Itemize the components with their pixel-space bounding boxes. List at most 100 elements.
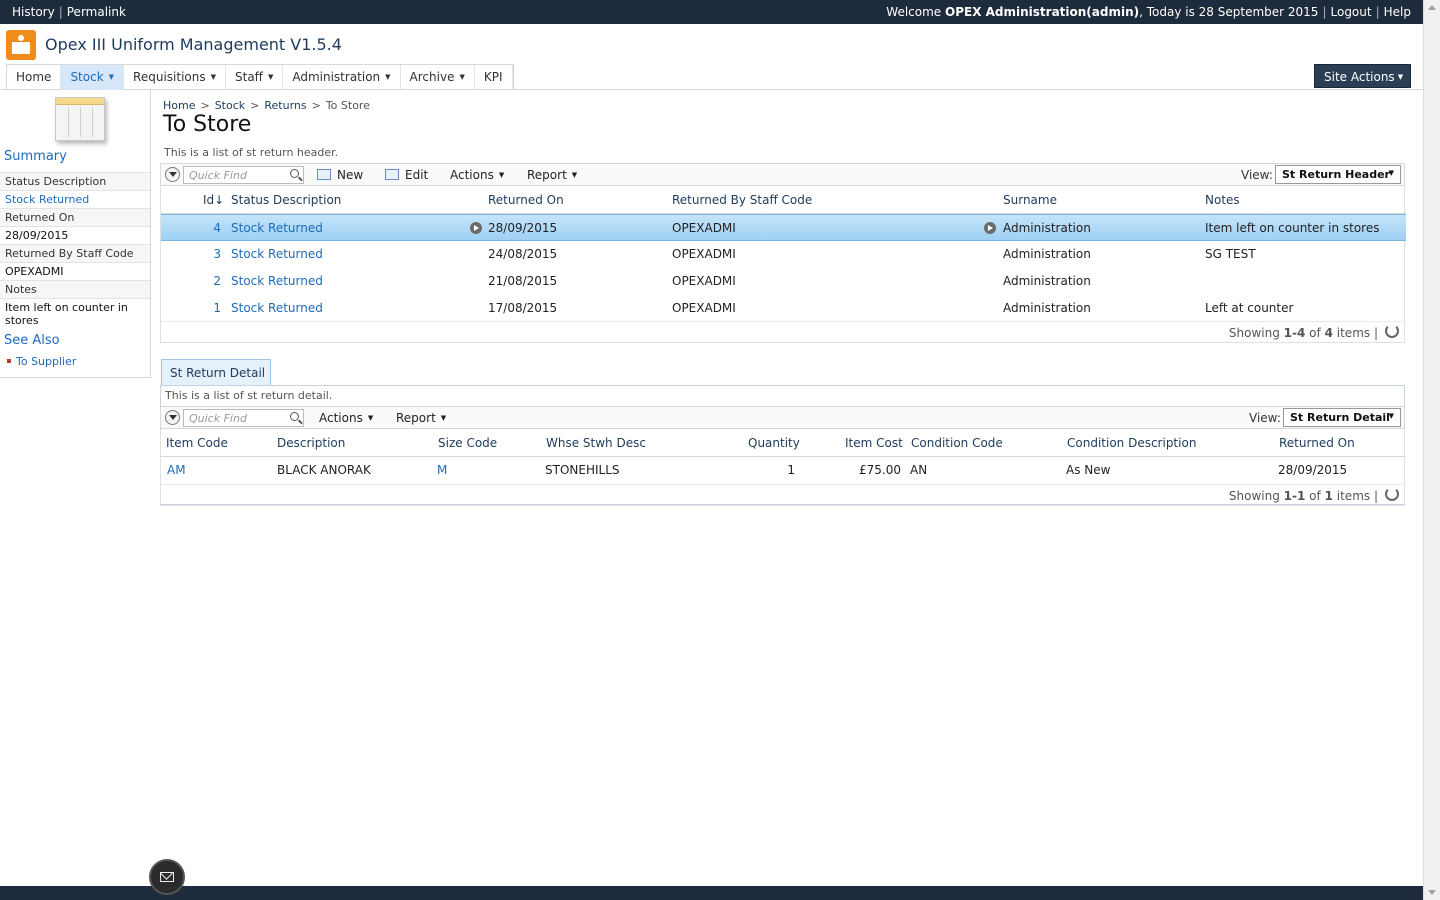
chevron-down-icon: ▼ <box>571 171 578 179</box>
table-row[interactable]: 4 Stock Returned 28/09/2015 OPEXADMI Adminis… <box>161 214 1406 241</box>
row-size-code[interactable]: M <box>437 463 447 477</box>
site-actions-button[interactable]: Site Actions ▼ <box>1314 64 1411 88</box>
detail-list-grid: Item Code Description Size Code Whse Stw… <box>160 430 1406 484</box>
scroll-down-icon[interactable] <box>1428 890 1436 895</box>
quick-find-input[interactable]: Quick Find <box>183 166 304 184</box>
nav-item-kpi[interactable]: KPI <box>475 65 513 90</box>
table-row[interactable]: 2 Stock Returned 21/08/2015 OPEXADMI Adminis… <box>161 268 1406 295</box>
search-icon[interactable] <box>290 169 299 178</box>
column-header-whse[interactable]: Whse Stwh Desc <box>546 436 646 450</box>
view-select[interactable]: St Return Detail ▼ <box>1283 408 1401 427</box>
history-link[interactable]: History <box>12 5 55 19</box>
search-icon[interactable] <box>290 412 299 421</box>
nav-label: KPI <box>483 70 503 84</box>
breadcrumb-stock[interactable]: Stock <box>215 99 245 112</box>
user-name: OPEX Administration(admin) <box>945 5 1140 19</box>
column-header-notes[interactable]: Notes <box>1205 193 1240 207</box>
mail-button[interactable] <box>149 859 185 895</box>
edit-button[interactable]: Edit <box>385 168 428 182</box>
chevron-down-icon: ▼ <box>1397 73 1404 81</box>
table-row[interactable]: 3 Stock Returned 24/08/2015 OPEXADMI Adminis… <box>161 241 1406 268</box>
row-id[interactable]: 3 <box>201 247 221 261</box>
see-also-item[interactable]: To Supplier <box>7 355 76 368</box>
column-header-returned-on[interactable]: Returned On <box>1279 436 1355 450</box>
chevron-down-icon: ▼ <box>498 171 505 179</box>
report-menu-button[interactable]: Report ▼ <box>396 411 446 425</box>
row-staff-code: OPEXADMI <box>672 301 736 315</box>
nav-item-archive[interactable]: Archive ▼ <box>401 65 475 90</box>
chevron-down-icon: ▼ <box>385 73 391 81</box>
table-row[interactable]: AM BLACK ANORAK M STONEHILLS 1 £75.00 AN As New… <box>161 457 1406 484</box>
app-logo-icon[interactable] <box>6 30 36 60</box>
view-label: View: <box>1249 411 1281 425</box>
paging-info: Showing 1-1 of 1 items | <box>1228 489 1378 503</box>
nav-item-requisitions[interactable]: Requisitions ▼ <box>124 65 226 90</box>
column-header-surname[interactable]: Surname <box>1003 193 1057 207</box>
new-button[interactable]: New <box>317 168 363 182</box>
table-row[interactable]: 1 Stock Returned 17/08/2015 OPEXADMI Adminis… <box>161 295 1406 322</box>
chevron-down-icon: ▼ <box>267 73 274 81</box>
row-status[interactable]: Stock Returned <box>231 301 323 315</box>
app-title[interactable]: Opex III Uniform Management V1.5.4 <box>45 35 342 54</box>
nav-item-stock[interactable]: Stock ▼ <box>61 65 125 90</box>
row-id[interactable]: 2 <box>201 274 221 288</box>
field-value: OPEXADMI <box>0 262 150 280</box>
breadcrumb-home[interactable]: Home <box>163 99 195 112</box>
scroll-up-icon[interactable] <box>1428 5 1436 10</box>
row-description: BLACK ANORAK <box>277 463 371 477</box>
row-menu-arrow-icon[interactable] <box>984 222 996 234</box>
field-value: Item left on counter in stores <box>0 298 150 330</box>
actions-menu-button[interactable]: Actions ▼ <box>319 411 373 425</box>
breadcrumb-returns[interactable]: Returns <box>264 99 306 112</box>
logout-link[interactable]: Logout <box>1331 5 1372 19</box>
column-header-item-cost[interactable]: Item Cost <box>845 436 903 450</box>
field-label: Notes <box>0 280 150 298</box>
column-header-id[interactable]: Id↓ <box>203 193 224 207</box>
today-text: , Today is 28 September 2015 <box>1139 5 1319 19</box>
row-menu-arrow-icon[interactable] <box>470 222 482 234</box>
row-item-code[interactable]: AM <box>167 463 186 477</box>
column-header-staff-code[interactable]: Returned By Staff Code <box>672 193 812 207</box>
column-header-description[interactable]: Description <box>277 436 345 450</box>
header-list-description: This is a list of st return header. <box>164 146 339 159</box>
chevron-down-icon: ▼ <box>1388 412 1394 420</box>
field-value: 28/09/2015 <box>0 226 150 244</box>
row-status[interactable]: Stock Returned <box>231 247 323 261</box>
column-header-size-code[interactable]: Size Code <box>438 436 497 450</box>
refresh-icon[interactable] <box>1385 487 1399 501</box>
column-header-item-code[interactable]: Item Code <box>166 436 228 450</box>
permalink-link[interactable]: Permalink <box>67 5 126 19</box>
nav-item-staff[interactable]: Staff ▼ <box>226 65 284 90</box>
row-id[interactable]: 1 <box>201 301 221 315</box>
nav-item-administration[interactable]: Administration ▼ <box>283 65 401 90</box>
to-supplier-link[interactable]: To Supplier <box>16 355 76 368</box>
column-header-condition-code[interactable]: Condition Code <box>911 436 1003 450</box>
header-list-toolbar: Quick Find New Edit Actions ▼ Report ▼ Vie… <box>160 163 1405 186</box>
field-value[interactable]: Stock Returned <box>0 190 150 208</box>
refresh-icon[interactable] <box>1385 324 1399 338</box>
nav-label: Archive <box>409 70 455 84</box>
tab-st-return-detail[interactable]: St Return Detail <box>161 359 271 386</box>
envelope-icon <box>160 872 174 882</box>
row-item-cost: £75.00 <box>859 463 901 477</box>
actions-menu-button[interactable]: Actions ▼ <box>450 168 504 182</box>
collapse-toggle-icon[interactable] <box>165 167 180 182</box>
column-header-returned-on[interactable]: Returned On <box>488 193 564 207</box>
quick-find-input[interactable]: Quick Find <box>183 409 304 427</box>
nav-item-home[interactable]: Home <box>7 65 62 90</box>
row-id[interactable]: 4 <box>201 221 221 235</box>
top-navigation: Home Stock ▼ Requisitions ▼ Staff ▼ Administrat… <box>6 64 514 90</box>
header-list-pager: Showing 1-4 of 4 items | <box>160 321 1405 343</box>
row-status[interactable]: Stock Returned <box>231 221 323 235</box>
collapse-toggle-icon[interactable] <box>165 410 180 425</box>
row-status[interactable]: Stock Returned <box>231 274 323 288</box>
help-link[interactable]: Help <box>1384 5 1411 19</box>
report-menu-button[interactable]: Report ▼ <box>527 168 577 182</box>
column-header-quantity[interactable]: Quantity <box>748 436 800 450</box>
column-header-condition-description[interactable]: Condition Description <box>1067 436 1196 450</box>
header-list-grid: Id↓ Status Description Returned On Retur… <box>160 187 1406 322</box>
vertical-scrollbar[interactable] <box>1423 0 1440 900</box>
column-header-status[interactable]: Status Description <box>231 193 341 207</box>
view-select[interactable]: St Return Header ▼ <box>1275 165 1401 184</box>
edit-icon <box>385 169 399 180</box>
